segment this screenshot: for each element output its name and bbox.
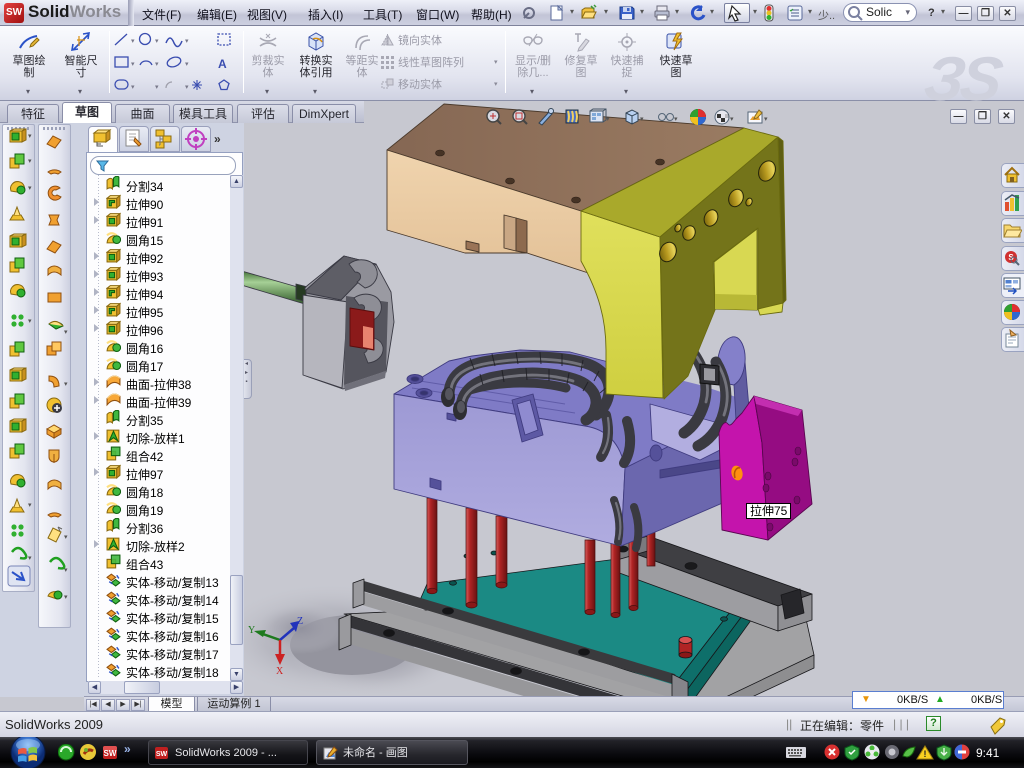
svg-text:▾: ▾	[28, 185, 32, 192]
svg-text:SW: SW	[156, 751, 168, 758]
svg-text:▾: ▾	[185, 38, 189, 45]
svg-text:Y: Y	[248, 625, 255, 636]
svg-text:▾: ▾	[28, 158, 32, 165]
svg-text:!: !	[924, 749, 927, 759]
svg-text:▾: ▾	[64, 329, 68, 336]
svg-text:X: X	[276, 666, 284, 677]
svg-text:▾: ▾	[28, 555, 32, 562]
svg-text:▾: ▾	[64, 381, 68, 388]
svg-text:▾: ▾	[64, 534, 68, 541]
svg-text:▾: ▾	[155, 61, 159, 68]
svg-text:▾: ▾	[185, 84, 189, 91]
svg-text:▾: ▾	[28, 133, 32, 140]
svg-text:▾: ▾	[28, 502, 32, 509]
svg-text:SW: SW	[104, 749, 117, 758]
svg-text:▾: ▾	[64, 567, 68, 574]
svg-text:Z: Z	[297, 616, 303, 627]
svg-text:▾: ▾	[64, 594, 68, 601]
svg-text:A: A	[218, 57, 227, 71]
svg-text:▾: ▾	[185, 61, 189, 68]
svg-text:▾: ▾	[155, 84, 159, 91]
svg-text:▾: ▾	[155, 38, 159, 45]
svg-text:▾: ▾	[131, 61, 135, 68]
svg-text:▾: ▾	[131, 84, 135, 91]
svg-text:▾: ▾	[28, 318, 32, 325]
svg-text:▾: ▾	[131, 38, 135, 45]
